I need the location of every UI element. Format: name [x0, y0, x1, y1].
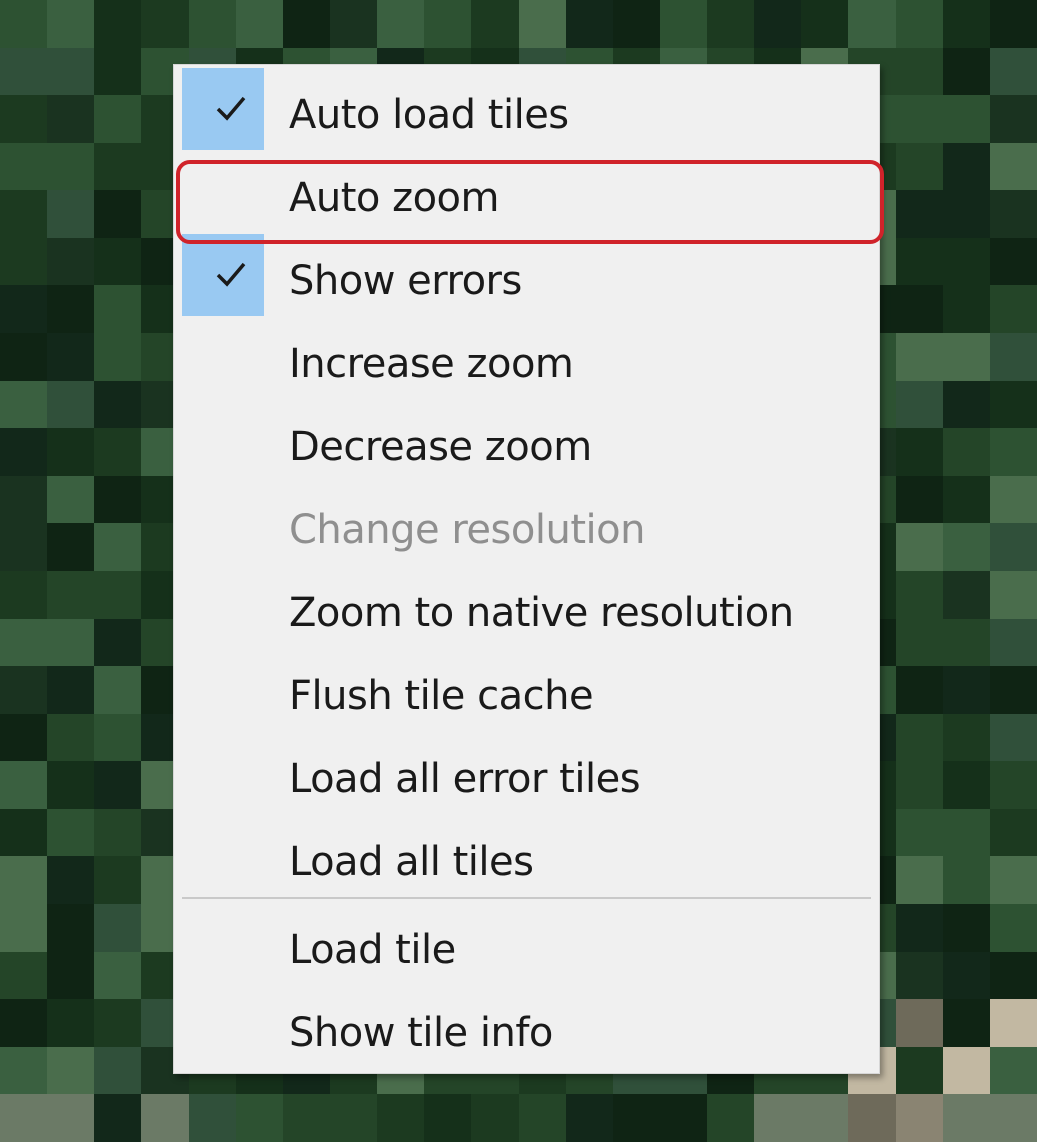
menu-item-load-tile[interactable]: Load tile [174, 900, 879, 982]
menu-item-auto-zoom[interactable]: Auto zoom [174, 148, 879, 230]
menu-item-load-all-tiles[interactable]: Load all tiles [174, 812, 879, 894]
menu-item-load-all-error-tiles[interactable]: Load all error tiles [174, 729, 879, 811]
checkmark-background [182, 68, 264, 150]
menu-item-zoom-to-native-resolution[interactable]: Zoom to native resolution [174, 563, 879, 645]
menu-item-flush-tile-cache[interactable]: Flush tile cache [174, 646, 879, 728]
menu-item-change-resolution: Change resolution [174, 480, 879, 562]
menu-item-label: Show tile info [289, 1010, 553, 1056]
checkmark-icon [216, 96, 246, 121]
checkmark-background [182, 234, 264, 316]
checkmark-icon [216, 262, 246, 287]
menu-item-decrease-zoom[interactable]: Decrease zoom [174, 397, 879, 479]
menu-item-show-errors[interactable]: Show errors [174, 231, 879, 316]
menu-item-increase-zoom[interactable]: Increase zoom [174, 314, 879, 396]
menu-separator [182, 897, 871, 899]
menu-item-show-tile-info[interactable]: Show tile info [174, 983, 879, 1065]
context-menu: Auto load tiles Auto zoom Show errors In… [173, 64, 880, 1074]
menu-item-auto-load-tiles[interactable]: Auto load tiles [174, 65, 879, 150]
